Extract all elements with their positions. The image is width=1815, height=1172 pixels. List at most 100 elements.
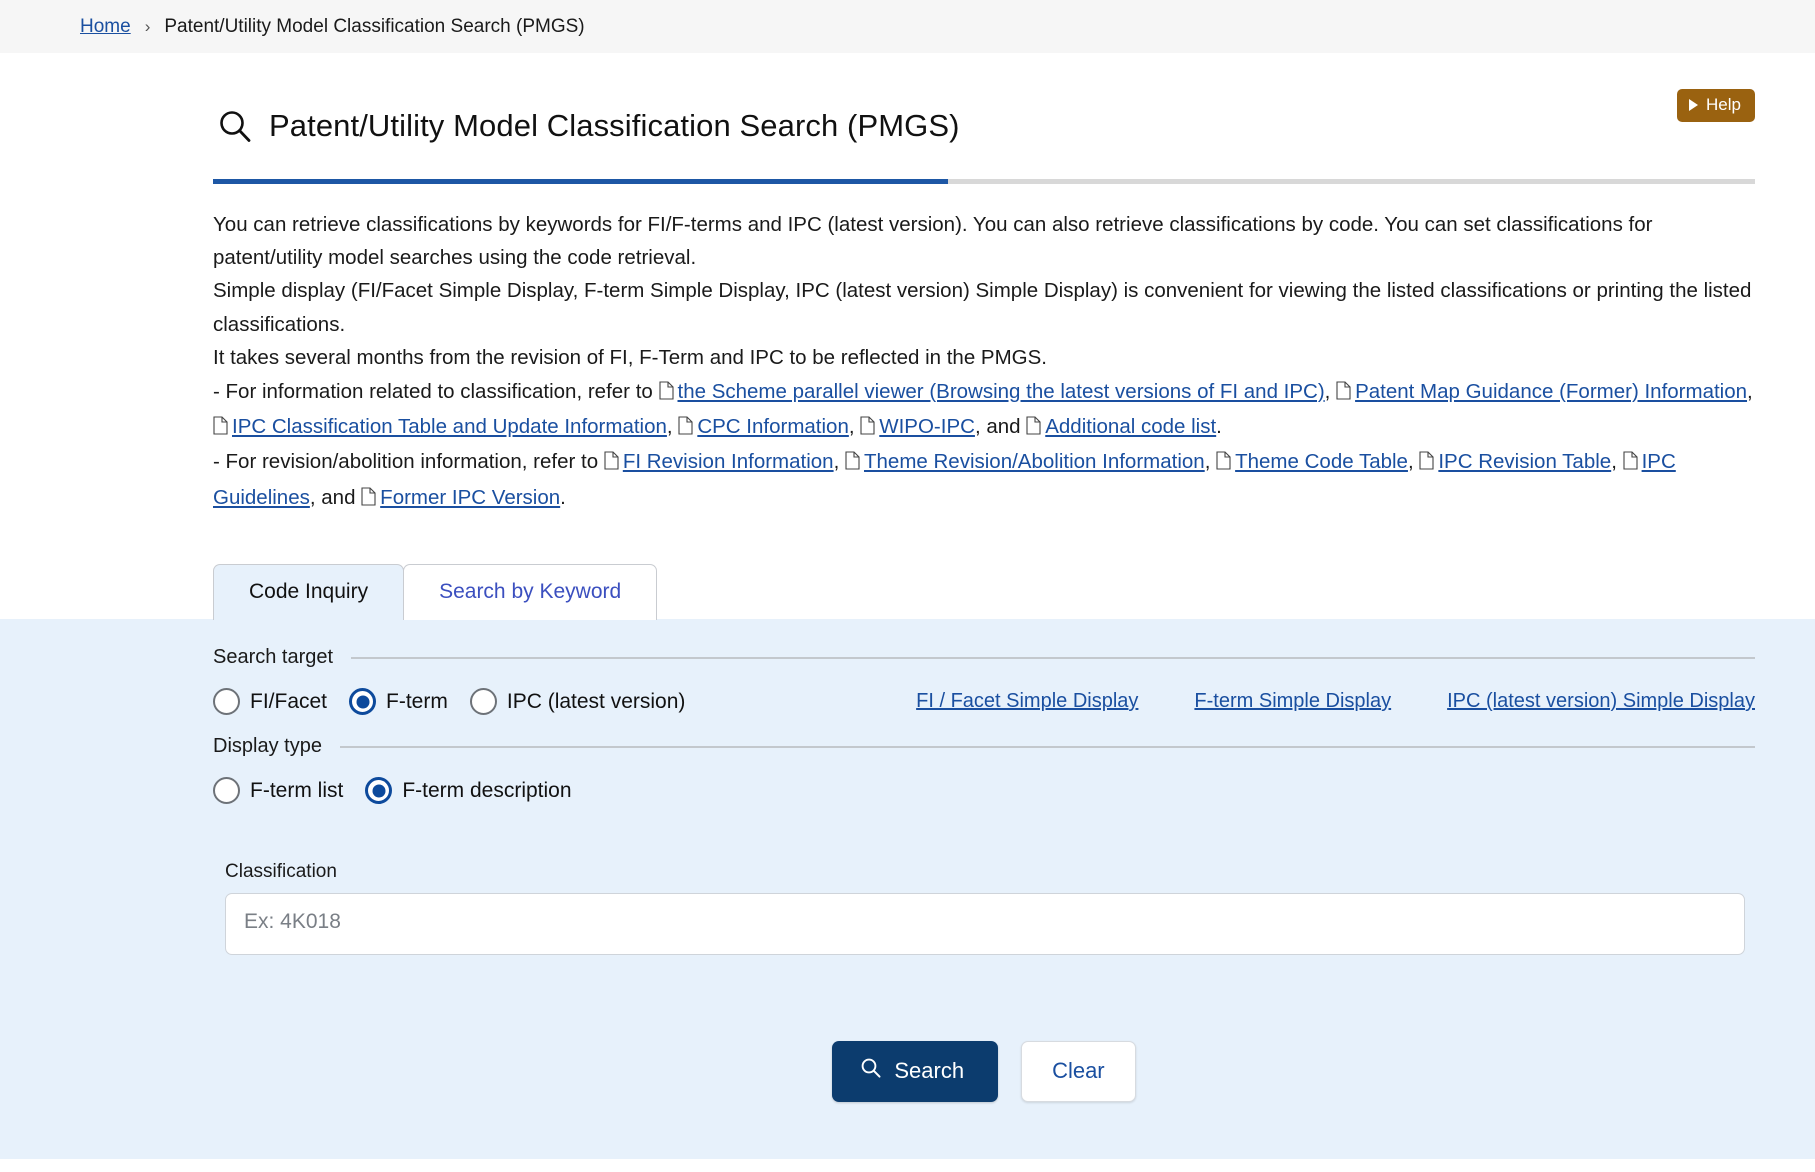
sep-comma-2: , xyxy=(1747,380,1753,403)
classification-label: Classification xyxy=(225,861,1745,883)
classification-block: Classification xyxy=(225,861,1745,955)
document-icon xyxy=(1026,412,1041,445)
link-wipo-ipc[interactable]: WIPO-IPC xyxy=(879,415,975,438)
link-fi-facet-simple-display[interactable]: FI / Facet Simple Display xyxy=(916,690,1138,713)
title-row: Patent/Utility Model Classification Sear… xyxy=(213,87,1755,165)
radio-ipc-latest-version[interactable]: IPC (latest version) xyxy=(470,688,686,715)
radio-f-term-label: F-term xyxy=(386,690,448,714)
sep-period-2: . xyxy=(560,486,566,509)
title-underline xyxy=(213,179,1755,184)
revision-info-line: - For revision/abolition information, re… xyxy=(213,445,1755,516)
link-ipc-simple-display[interactable]: IPC (latest version) Simple Display xyxy=(1447,690,1755,713)
sep-period-1: . xyxy=(1216,415,1222,438)
link-scheme-parallel-viewer[interactable]: the Scheme parallel viewer (Browsing the… xyxy=(678,380,1325,403)
classification-info-line: - For information related to classificat… xyxy=(213,375,1755,446)
document-icon xyxy=(1419,447,1434,480)
document-icon xyxy=(1336,377,1351,410)
document-icon xyxy=(860,412,875,445)
breadcrumb-current-page: Patent/Utility Model Classification Sear… xyxy=(164,16,584,38)
link-theme-code-table[interactable]: Theme Code Table xyxy=(1235,450,1408,473)
link-ipc-revision-table[interactable]: IPC Revision Table xyxy=(1438,450,1611,473)
document-icon xyxy=(213,412,228,445)
radio-fi-facet-label: FI/Facet xyxy=(250,690,327,714)
search-target-legend: Search target xyxy=(213,646,1755,669)
search-icon xyxy=(213,104,257,148)
form-actions: Search Clear xyxy=(213,1041,1755,1102)
document-icon xyxy=(678,412,693,445)
description-paragraph-2: Simple display (FI/Facet Simple Display,… xyxy=(213,274,1755,341)
tab-search-by-keyword-label: Search by Keyword xyxy=(439,580,621,603)
clear-button[interactable]: Clear xyxy=(1021,1041,1136,1102)
search-target-legend-label: Search target xyxy=(213,646,333,669)
document-icon xyxy=(604,447,619,480)
radio-f-term-description-mark[interactable] xyxy=(365,777,392,804)
header-region: Patent/Utility Model Classification Sear… xyxy=(213,87,1755,516)
sep-comma-6: , xyxy=(1205,450,1216,473)
revision-info-prefix: - For revision/abolition information, re… xyxy=(213,450,604,473)
search-form-panel: Search target FI/Facet F-term IPC (la xyxy=(0,619,1815,1159)
radio-f-term-list[interactable]: F-term list xyxy=(213,777,343,804)
radio-f-term-description-label: F-term description xyxy=(402,779,571,803)
document-icon xyxy=(845,447,860,480)
page-title: Patent/Utility Model Classification Sear… xyxy=(269,108,960,144)
tab-code-inquiry-label: Code Inquiry xyxy=(249,580,368,603)
link-former-ipc-version[interactable]: Former IPC Version xyxy=(380,486,560,509)
classification-info-prefix: - For information related to classificat… xyxy=(213,380,659,403)
search-form-inner: Search target FI/Facet F-term IPC (la xyxy=(213,620,1755,1102)
search-button-label: Search xyxy=(894,1058,964,1084)
description-paragraph-1: You can retrieve classifications by keyw… xyxy=(213,208,1755,275)
link-ipc-classification-table[interactable]: IPC Classification Table and Update Info… xyxy=(232,415,667,438)
radio-f-term[interactable]: F-term xyxy=(349,688,448,715)
help-button[interactable]: Help xyxy=(1677,89,1755,122)
radio-ipc-latest-version-mark[interactable] xyxy=(470,688,497,715)
tab-search-by-keyword[interactable]: Search by Keyword xyxy=(403,564,657,620)
link-patent-map-guidance[interactable]: Patent Map Guidance (Former) Information xyxy=(1355,380,1747,403)
link-cpc-information[interactable]: CPC Information xyxy=(697,415,849,438)
display-type-row: F-term list F-term description xyxy=(213,777,1755,804)
tab-bar: Code Inquiry Search by Keyword xyxy=(213,563,1815,619)
search-button[interactable]: Search xyxy=(832,1041,998,1102)
radio-f-term-list-mark[interactable] xyxy=(213,777,240,804)
simple-display-links: FI / Facet Simple Display F-term Simple … xyxy=(916,690,1755,713)
search-icon xyxy=(860,1057,882,1085)
sep-comma-7: , xyxy=(1408,450,1419,473)
display-type-radio-group: F-term list F-term description xyxy=(213,777,572,804)
radio-f-term-mark[interactable] xyxy=(349,688,376,715)
classification-input[interactable] xyxy=(225,893,1745,955)
link-additional-code-list[interactable]: Additional code list xyxy=(1045,415,1216,438)
radio-f-term-description[interactable]: F-term description xyxy=(365,777,571,804)
breadcrumb-separator-icon: › xyxy=(145,17,151,37)
link-fi-revision-information[interactable]: FI Revision Information xyxy=(623,450,834,473)
sep-and-2: , and xyxy=(310,486,361,509)
radio-ipc-latest-version-label: IPC (latest version) xyxy=(507,690,686,714)
tab-code-inquiry[interactable]: Code Inquiry xyxy=(213,564,404,620)
search-target-divider xyxy=(351,657,1755,659)
document-icon xyxy=(1216,447,1231,480)
document-icon xyxy=(361,483,376,516)
link-theme-revision-abolition[interactable]: Theme Revision/Abolition Information xyxy=(864,450,1205,473)
description-block: You can retrieve classifications by keyw… xyxy=(213,208,1755,517)
radio-f-term-list-label: F-term list xyxy=(250,779,343,803)
sep-comma-5: , xyxy=(834,450,845,473)
sep-comma-1: , xyxy=(1325,380,1336,403)
play-triangle-icon xyxy=(1689,99,1698,111)
display-type-legend-label: Display type xyxy=(213,735,322,758)
clear-button-label: Clear xyxy=(1052,1058,1105,1083)
search-target-row: FI/Facet F-term IPC (latest version) FI … xyxy=(213,688,1755,715)
radio-fi-facet[interactable]: FI/Facet xyxy=(213,688,327,715)
sep-comma-3: , xyxy=(667,415,678,438)
display-type-divider xyxy=(340,746,1755,748)
display-type-legend: Display type xyxy=(213,735,1755,758)
sep-comma-4: , xyxy=(849,415,860,438)
breadcrumb-link-home[interactable]: Home xyxy=(80,16,131,38)
breadcrumb: Home › Patent/Utility Model Classificati… xyxy=(0,0,1815,53)
sep-and-1: , and xyxy=(975,415,1026,438)
radio-fi-facet-mark[interactable] xyxy=(213,688,240,715)
document-icon xyxy=(659,377,674,410)
page-content: Patent/Utility Model Classification Sear… xyxy=(0,87,1815,1159)
display-type-block: Display type F-term list F-term descript… xyxy=(213,735,1755,804)
link-f-term-simple-display[interactable]: F-term Simple Display xyxy=(1194,690,1391,713)
search-target-radio-group: FI/Facet F-term IPC (latest version) xyxy=(213,688,685,715)
sep-comma-8: , xyxy=(1611,450,1622,473)
description-paragraph-3: It takes several months from the revisio… xyxy=(213,341,1755,374)
